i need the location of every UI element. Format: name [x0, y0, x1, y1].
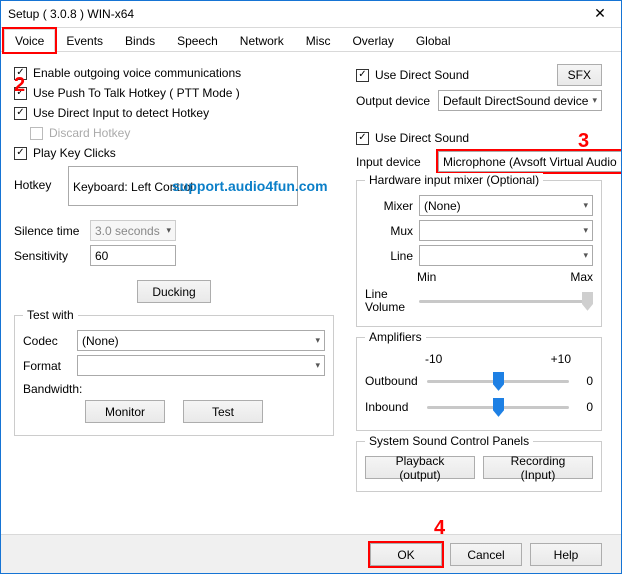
mixer-label: Mixer — [365, 199, 413, 213]
right-column: ✓ Use Direct Sound SFX Output device Def… — [356, 60, 602, 492]
amplifiers-legend: Amplifiers — [365, 330, 426, 344]
chevron-down-icon: ▾ — [579, 200, 588, 211]
inbound-label: Inbound — [365, 400, 421, 414]
mux-label: Mux — [365, 224, 413, 238]
input-device-label: Input device — [356, 155, 432, 169]
chevron-down-icon: ▾ — [579, 225, 588, 236]
max-label: Max — [570, 270, 593, 284]
discard-hotkey-label: Discard Hotkey — [49, 126, 130, 140]
line-select[interactable]: ▾ — [419, 245, 593, 266]
format-select[interactable]: ▾ — [77, 355, 325, 376]
tab-global[interactable]: Global — [405, 29, 462, 52]
chevron-down-icon: ▾ — [579, 250, 588, 261]
output-uds-checkbox[interactable]: ✓ — [356, 69, 369, 82]
chevron-down-icon: ▾ — [311, 335, 320, 346]
titlebar: Setup ( 3.0.8 ) WIN-x64 ✕ — [0, 0, 622, 28]
tab-misc[interactable]: Misc — [295, 29, 342, 52]
ducking-button[interactable]: Ducking — [137, 280, 210, 303]
discard-hotkey-checkbox — [30, 127, 43, 140]
close-button[interactable]: ✕ — [578, 0, 622, 28]
cancel-button[interactable]: Cancel — [450, 543, 522, 566]
help-button[interactable]: Help — [530, 543, 602, 566]
outbound-value: 0 — [575, 374, 593, 388]
chevron-down-icon: ▾ — [311, 360, 320, 371]
monitor-button[interactable]: Monitor — [85, 400, 165, 423]
content-area: ✓ Enable outgoing voice communications ✓… — [0, 52, 622, 534]
playback-button[interactable]: Playback (output) — [365, 456, 475, 479]
system-panels-group: System Sound Control Panels Playback (ou… — [356, 441, 602, 492]
codec-select[interactable]: (None) ▾ — [77, 330, 325, 351]
mixer-legend: Hardware input mixer (Optional) — [365, 173, 543, 187]
codec-label: Codec — [23, 334, 71, 348]
play-key-clicks-label: Play Key Clicks — [33, 146, 116, 160]
hotkey-label: Hotkey — [14, 166, 62, 192]
testwith-group: Test with Codec (None) ▾ Format ▾ Bandwi… — [14, 315, 334, 436]
format-label: Format — [23, 359, 71, 373]
inbound-slider[interactable] — [427, 396, 569, 418]
amplifiers-group: Amplifiers -10 +10 Outbound 0 Inbound 0 — [356, 337, 602, 431]
input-device-value: Microphone (Avsoft Virtual Audio Device — [443, 155, 622, 169]
hotkey-field[interactable] — [68, 166, 298, 206]
mux-select[interactable]: ▾ — [419, 220, 593, 241]
tab-speech[interactable]: Speech — [166, 29, 229, 52]
testwith-legend: Test with — [23, 308, 78, 322]
input-uds-checkbox[interactable]: ✓ — [356, 132, 369, 145]
input-uds-label: Use Direct Sound — [375, 131, 469, 145]
output-uds-label: Use Direct Sound — [375, 68, 469, 82]
enable-outgoing-label: Enable outgoing voice communications — [33, 66, 241, 80]
directinput-label: Use Direct Input to detect Hotkey — [33, 106, 209, 120]
recording-button[interactable]: Recording (Input) — [483, 456, 593, 479]
bandwidth-label: Bandwidth: — [23, 382, 82, 396]
mixer-select[interactable]: (None) ▾ — [419, 195, 593, 216]
tab-network[interactable]: Network — [229, 29, 295, 52]
chevron-down-icon: ▾ — [162, 225, 171, 236]
ok-button[interactable]: OK — [370, 543, 442, 566]
directinput-checkbox[interactable]: ✓ — [14, 107, 27, 120]
line-label: Line — [365, 249, 413, 263]
line-volume-label: Line Volume — [365, 288, 413, 314]
silence-value: 3.0 seconds — [95, 224, 160, 238]
silence-label: Silence time — [14, 224, 84, 238]
tab-overlay[interactable]: Overlay — [341, 29, 404, 52]
codec-value: (None) — [82, 334, 119, 348]
output-device-select[interactable]: Default DirectSound device ▾ — [438, 90, 602, 111]
close-icon: ✕ — [594, 5, 606, 22]
outbound-label: Outbound — [365, 374, 421, 388]
output-device-label: Output device — [356, 94, 432, 108]
tab-bar: Voice Events Binds Speech Network Misc O… — [0, 28, 622, 52]
sfx-button[interactable]: SFX — [557, 64, 602, 86]
ptt-label: Use Push To Talk Hotkey ( PTT Mode ) — [33, 86, 240, 100]
mixer-value: (None) — [424, 199, 461, 213]
window-title: Setup ( 3.0.8 ) WIN-x64 — [8, 7, 578, 21]
play-key-clicks-checkbox[interactable]: ✓ — [14, 147, 27, 160]
outbound-slider[interactable] — [427, 370, 569, 392]
system-panels-legend: System Sound Control Panels — [365, 434, 533, 448]
inbound-value: 0 — [575, 400, 593, 414]
ptt-checkbox[interactable]: ✓ — [14, 87, 27, 100]
sensitivity-label: Sensitivity — [14, 249, 84, 263]
footer: OK Cancel Help — [0, 534, 622, 574]
sensitivity-field[interactable] — [90, 245, 176, 266]
output-device-value: Default DirectSound device — [443, 94, 588, 108]
silence-select: 3.0 seconds ▾ — [90, 220, 176, 241]
tab-voice[interactable]: Voice — [4, 29, 55, 52]
left-column: ✓ Enable outgoing voice communications ✓… — [14, 60, 334, 436]
input-device-select[interactable]: Microphone (Avsoft Virtual Audio Device … — [438, 151, 622, 172]
enable-outgoing-checkbox[interactable]: ✓ — [14, 67, 27, 80]
mixer-group: Hardware input mixer (Optional) Mixer (N… — [356, 180, 602, 327]
amp-max: +10 — [551, 352, 571, 366]
chevron-down-icon: ▾ — [588, 95, 597, 106]
line-volume-slider[interactable] — [419, 290, 593, 312]
tab-events[interactable]: Events — [55, 29, 114, 52]
tab-binds[interactable]: Binds — [114, 29, 166, 52]
test-button[interactable]: Test — [183, 400, 263, 423]
min-label: Min — [417, 270, 436, 284]
amp-min: -10 — [425, 352, 442, 366]
